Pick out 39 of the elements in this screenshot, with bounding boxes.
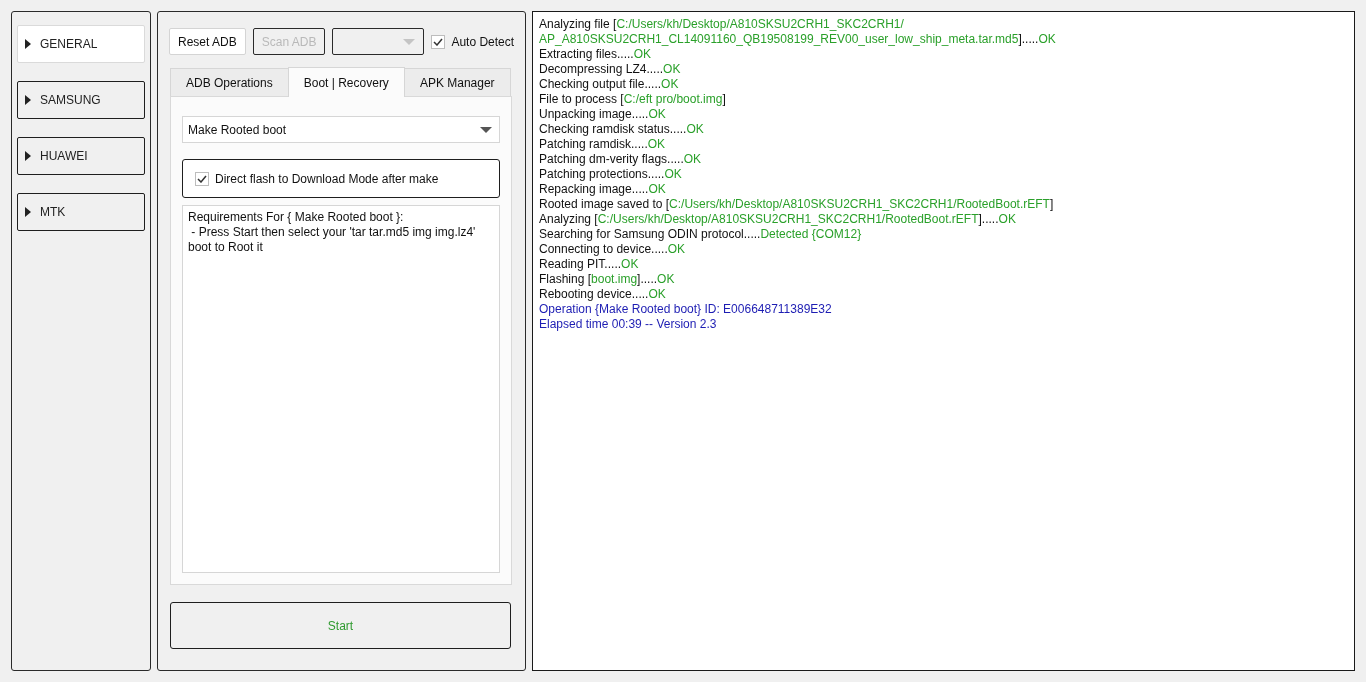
checkmark-icon <box>433 37 444 46</box>
log-line: Patching ramdisk.....OK <box>539 137 666 152</box>
log-line: Patching dm-verity flags.....OK <box>539 152 702 167</box>
tab[interactable]: ADB Operations <box>170 68 289 96</box>
log-line: Unpacking image.....OK <box>539 107 666 122</box>
log-line: File to process [C:/eft pro/boot.img] <box>539 92 726 107</box>
log-line: Connecting to device.....OK <box>539 242 686 257</box>
log-line: Checking output file.....OK <box>539 77 679 92</box>
auto-detect-label: Auto Detect <box>451 34 515 49</box>
tab[interactable]: Boot | Recovery <box>287 67 405 97</box>
checkmark-icon <box>197 174 207 183</box>
log-line: Elapsed time 00:39 -- Version 2.3 <box>539 317 717 332</box>
log-line: Rebooting device.....OK <box>539 287 666 302</box>
log-line: Reading PIT.....OK <box>539 257 639 272</box>
log-line: Repacking image.....OK <box>539 182 666 197</box>
flash-option-checkbox[interactable] <box>195 171 209 186</box>
toolbar-button[interactable]: Reset ADB <box>169 28 246 55</box>
requirements-field[interactable]: Requirements For { Make Rooted boot }: - Press Start then select your 'tar tar.md5 img img.lz4' boot to Root it <box>182 205 500 573</box>
operation-dropdown[interactable]: Make Rooted boot <box>182 116 500 143</box>
log-line: Flashing [boot.img].....OK <box>539 272 675 287</box>
sidebar-item[interactable]: GENERAL <box>17 25 145 63</box>
log-line: Analyzing [C:/Users/kh/Desktop/A810SKSU2CRH1_SKC2CRH1/RootedBoot.rEFT].....OK <box>539 212 1016 227</box>
auto-detect-checkbox[interactable] <box>431 34 446 49</box>
log-line: Checking ramdisk status.....OK <box>539 122 704 137</box>
log-line: Extracting files.....OK <box>539 47 652 62</box>
log-line: Decompressing LZ4.....OK <box>539 62 681 77</box>
log-line: Analyzing file [C:/Users/kh/Desktop/A810SKSU2CRH1_SKC2CRH1/ <box>539 17 904 32</box>
sidebar-item[interactable]: SAMSUNG <box>17 81 145 119</box>
sidebar-item[interactable]: HUAWEI <box>17 137 145 175</box>
caret-down-icon <box>480 126 492 133</box>
log-line: Operation {Make Rooted boot} ID: E006648711389E32 <box>539 302 832 317</box>
caret-down-icon <box>403 38 416 45</box>
log-line: Searching for Samsung ODIN protocol.....Detected {COM12} <box>539 227 862 242</box>
flash-option-label: Direct flash to Download Mode after make <box>215 171 439 186</box>
log-line: Rooted image saved to [C:/Users/kh/Desktop/A810SKSU2CRH1_SKC2CRH1/RootedBoot.rEFT] <box>539 197 1054 212</box>
sidebar-item[interactable]: MTK <box>17 193 145 231</box>
tab[interactable]: APK Manager <box>403 68 511 96</box>
log-line: Patching protections.....OK <box>539 167 682 182</box>
log-line: AP_A810SKSU2CRH1_CL14091160_QB19508199_REV00_user_low_ship_meta.tar.md5].....OK <box>539 32 1056 47</box>
